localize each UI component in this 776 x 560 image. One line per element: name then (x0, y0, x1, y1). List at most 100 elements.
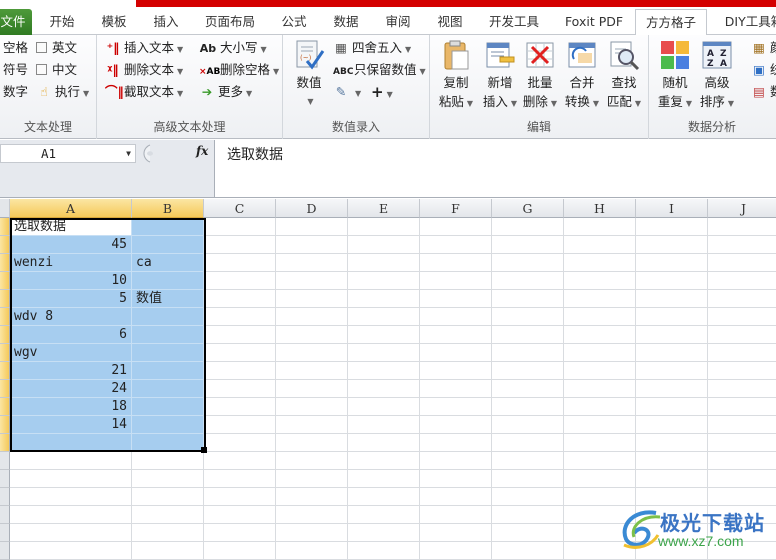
cell-d17[interactable] (276, 506, 348, 524)
cell-i1[interactable] (636, 218, 708, 236)
cell-h10[interactable] (564, 380, 636, 398)
cell-d11[interactable] (276, 398, 348, 416)
extract-text-button[interactable]: ⌒‖截取文本 ▼ (105, 82, 183, 102)
cell-b16[interactable] (132, 488, 204, 506)
cell-h5[interactable] (564, 290, 636, 308)
cell-a19[interactable] (10, 542, 132, 560)
row-header[interactable] (0, 416, 10, 434)
find-match-button[interactable]: 查找 匹配 ▼ (602, 39, 646, 113)
case-button[interactable]: Ab 大小写 ▼ (199, 38, 267, 58)
cell-d16[interactable] (276, 488, 348, 506)
cell-h2[interactable] (564, 236, 636, 254)
cell-c12[interactable] (204, 416, 276, 434)
column-header-h[interactable]: H (564, 199, 636, 218)
fill-handle[interactable] (201, 447, 207, 453)
cell-a16[interactable] (10, 488, 132, 506)
cell-j1[interactable] (708, 218, 776, 236)
cell-i15[interactable] (636, 470, 708, 488)
column-header-i[interactable]: I (636, 199, 708, 218)
cell-j7[interactable] (708, 326, 776, 344)
cell-h12[interactable] (564, 416, 636, 434)
batch-delete-button[interactable]: 批量 删除 ▼ (518, 39, 562, 113)
cell-h4[interactable] (564, 272, 636, 290)
cell-c13[interactable] (204, 434, 276, 452)
row-header[interactable] (0, 218, 10, 236)
cell-f13[interactable] (420, 434, 492, 452)
cell-j11[interactable] (708, 398, 776, 416)
cell-a2[interactable]: 45 (10, 236, 132, 254)
cell-j15[interactable] (708, 470, 776, 488)
column-header-a[interactable]: A (10, 199, 132, 218)
cell-g4[interactable] (492, 272, 564, 290)
cell-b19[interactable] (132, 542, 204, 560)
cell-c7[interactable] (204, 326, 276, 344)
column-header-d[interactable]: D (276, 199, 348, 218)
cell-e17[interactable] (348, 506, 420, 524)
cell-d7[interactable] (276, 326, 348, 344)
new-insert-button[interactable]: 新增 插入 ▼ (478, 39, 522, 113)
cell-c8[interactable] (204, 344, 276, 362)
cell-a12[interactable]: 14 (10, 416, 132, 434)
column-header-b[interactable]: B (132, 199, 204, 218)
cell-j2[interactable] (708, 236, 776, 254)
cell-i6[interactable] (636, 308, 708, 326)
column-header-c[interactable]: C (204, 199, 276, 218)
formula-input[interactable]: 选取数据 (214, 140, 776, 197)
cell-d3[interactable] (276, 254, 348, 272)
plus-button[interactable]: + ▼ (371, 82, 393, 102)
column-header-j[interactable]: J (708, 199, 776, 218)
cell-e4[interactable] (348, 272, 420, 290)
cell-a17[interactable] (10, 506, 132, 524)
cell-b10[interactable] (132, 380, 204, 398)
tab-review[interactable]: 审阅 (380, 9, 416, 35)
cell-a15[interactable] (10, 470, 132, 488)
cell-i7[interactable] (636, 326, 708, 344)
cell-j5[interactable] (708, 290, 776, 308)
row-header[interactable] (0, 290, 10, 308)
cell-g7[interactable] (492, 326, 564, 344)
cell-e13[interactable] (348, 434, 420, 452)
row-header[interactable] (0, 434, 10, 452)
cell-i12[interactable] (636, 416, 708, 434)
cell-c9[interactable] (204, 362, 276, 380)
copy-paste-button[interactable]: 复制 粘贴 ▼ (434, 39, 478, 113)
cell-a8[interactable]: wgv (10, 344, 132, 362)
column-header-f[interactable]: F (420, 199, 492, 218)
cell-c15[interactable] (204, 470, 276, 488)
cell-e12[interactable] (348, 416, 420, 434)
cell-g3[interactable] (492, 254, 564, 272)
space-option[interactable]: 空格 (3, 38, 28, 58)
cell-h9[interactable] (564, 362, 636, 380)
cell-g12[interactable] (492, 416, 564, 434)
cell-f7[interactable] (420, 326, 492, 344)
cell-d18[interactable] (276, 524, 348, 542)
tab-view[interactable]: 视图 (432, 9, 468, 35)
cell-f3[interactable] (420, 254, 492, 272)
merge-convert-button[interactable]: 合并 转换 ▼ (560, 39, 604, 113)
cell-e11[interactable] (348, 398, 420, 416)
row-header[interactable] (0, 524, 10, 542)
cell-d9[interactable] (276, 362, 348, 380)
row-header[interactable] (0, 272, 10, 290)
checkbox-icon[interactable] (36, 64, 47, 75)
cell-c16[interactable] (204, 488, 276, 506)
tab-file[interactable]: 文件 (0, 9, 32, 35)
cell-d4[interactable] (276, 272, 348, 290)
cell-d10[interactable] (276, 380, 348, 398)
statistics-button[interactable]: ▣统 (751, 60, 776, 80)
cell-i8[interactable] (636, 344, 708, 362)
cell-d19[interactable] (276, 542, 348, 560)
checkbox-icon[interactable] (36, 42, 47, 53)
row-header[interactable] (0, 452, 10, 470)
row-header[interactable] (0, 344, 10, 362)
cell-e6[interactable] (348, 308, 420, 326)
cell-i14[interactable] (636, 452, 708, 470)
cell-i2[interactable] (636, 236, 708, 254)
cell-i4[interactable] (636, 272, 708, 290)
cell-j14[interactable] (708, 452, 776, 470)
cell-f11[interactable] (420, 398, 492, 416)
cell-a11[interactable]: 18 (10, 398, 132, 416)
cell-c14[interactable] (204, 452, 276, 470)
cell-h1[interactable] (564, 218, 636, 236)
random-repeat-button[interactable]: 随机 重复 ▼ (653, 39, 697, 113)
